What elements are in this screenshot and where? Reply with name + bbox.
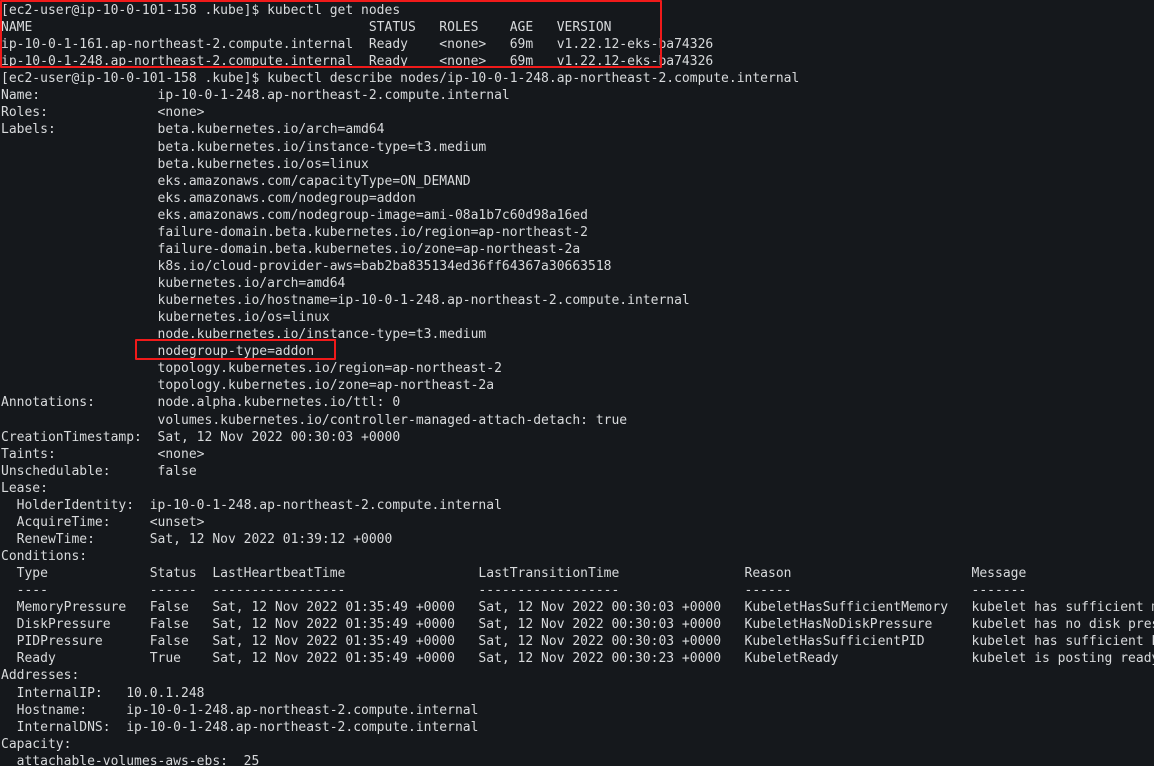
terminal-line: [ec2-user@ip-10-0-101-158 .kube]$ kubect…	[1, 71, 800, 87]
terminal-line: Annotations: node.alpha.kubernetes.io/tt…	[1, 395, 401, 411]
terminal-line: PIDPressure False Sat, 12 Nov 2022 01:35…	[1, 634, 1154, 650]
terminal-line: InternalIP: 10.0.1.248	[1, 685, 205, 701]
terminal-line: Type Status LastHeartbeatTime LastTransi…	[1, 566, 1027, 582]
terminal-window[interactable]: [ec2-user@ip-10-0-101-158 .kube]$ kubect…	[0, 0, 1154, 766]
terminal-line: ip-10-0-1-248.ap-northeast-2.compute.int…	[1, 54, 714, 70]
terminal-line: beta.kubernetes.io/os=linux	[1, 156, 369, 172]
terminal-line: CreationTimestamp: Sat, 12 Nov 2022 00:3…	[1, 429, 401, 445]
terminal-line: attachable-volumes-aws-ebs: 25	[1, 753, 260, 766]
terminal-line: Taints: <none>	[1, 446, 205, 462]
terminal-line: nodegroup-type=addon	[1, 344, 315, 360]
terminal-line: beta.kubernetes.io/instance-type=t3.medi…	[1, 139, 487, 155]
terminal-line: Addresses:	[1, 668, 80, 684]
terminal-line: Name: ip-10-0-1-248.ap-northeast-2.compu…	[1, 88, 510, 104]
terminal-line: ip-10-0-1-161.ap-northeast-2.compute.int…	[1, 37, 714, 53]
terminal-line: DiskPressure False Sat, 12 Nov 2022 01:3…	[1, 617, 1154, 633]
terminal-line: Unschedulable: false	[1, 463, 197, 479]
terminal-line: ---- ------ ----------------- ----------…	[1, 583, 1027, 599]
terminal-line: kubernetes.io/hostname=ip-10-0-1-248.ap-…	[1, 293, 690, 309]
terminal-line: AcquireTime: <unset>	[1, 514, 205, 530]
terminal-line: Hostname: ip-10-0-1-248.ap-northeast-2.c…	[1, 702, 479, 718]
terminal-screen[interactable]: [ec2-user@ip-10-0-101-158 .kube]$ kubect…	[1, 2, 1154, 766]
terminal-line: kubernetes.io/arch=amd64	[1, 276, 346, 291]
terminal-line: topology.kubernetes.io/zone=ap-northeast…	[1, 378, 495, 394]
terminal-line: node.kubernetes.io/instance-type=t3.medi…	[1, 327, 487, 343]
terminal-line: eks.amazonaws.com/nodegroup=addon	[1, 190, 416, 206]
terminal-line: Capacity:	[1, 736, 72, 752]
terminal-line: MemoryPressure False Sat, 12 Nov 2022 01…	[1, 600, 1154, 616]
terminal-line: RenewTime: Sat, 12 Nov 2022 01:39:12 +00…	[1, 531, 393, 547]
terminal-line: kubernetes.io/os=linux	[1, 310, 330, 326]
terminal-line: Labels: beta.kubernetes.io/arch=amd64	[1, 122, 385, 138]
terminal-line: Conditions:	[1, 549, 88, 564]
terminal-line: failure-domain.beta.kubernetes.io/zone=a…	[1, 241, 581, 257]
terminal-line: volumes.kubernetes.io/controller-managed…	[1, 412, 628, 428]
terminal-line: InternalDNS: ip-10-0-1-248.ap-northeast-…	[1, 719, 479, 735]
terminal-line: Ready True Sat, 12 Nov 2022 01:35:49 +00…	[1, 651, 1154, 667]
terminal-line: HolderIdentity: ip-10-0-1-248.ap-northea…	[1, 497, 502, 513]
terminal-line: Lease:	[1, 480, 48, 496]
terminal-line: failure-domain.beta.kubernetes.io/region…	[1, 224, 588, 240]
terminal-line: eks.amazonaws.com/capacityType=ON_DEMAND	[1, 173, 471, 189]
terminal-line: NAME STATUS ROLES AGE VERSION	[1, 20, 612, 36]
terminal-line: k8s.io/cloud-provider-aws=bab2ba835134ed…	[1, 258, 612, 274]
terminal-line: eks.amazonaws.com/nodegroup-image=ami-08…	[1, 207, 588, 223]
terminal-line: Roles: <none>	[1, 105, 205, 121]
terminal-line: [ec2-user@ip-10-0-101-158 .kube]$ kubect…	[1, 3, 401, 18]
terminal-line: topology.kubernetes.io/region=ap-northea…	[1, 361, 502, 377]
